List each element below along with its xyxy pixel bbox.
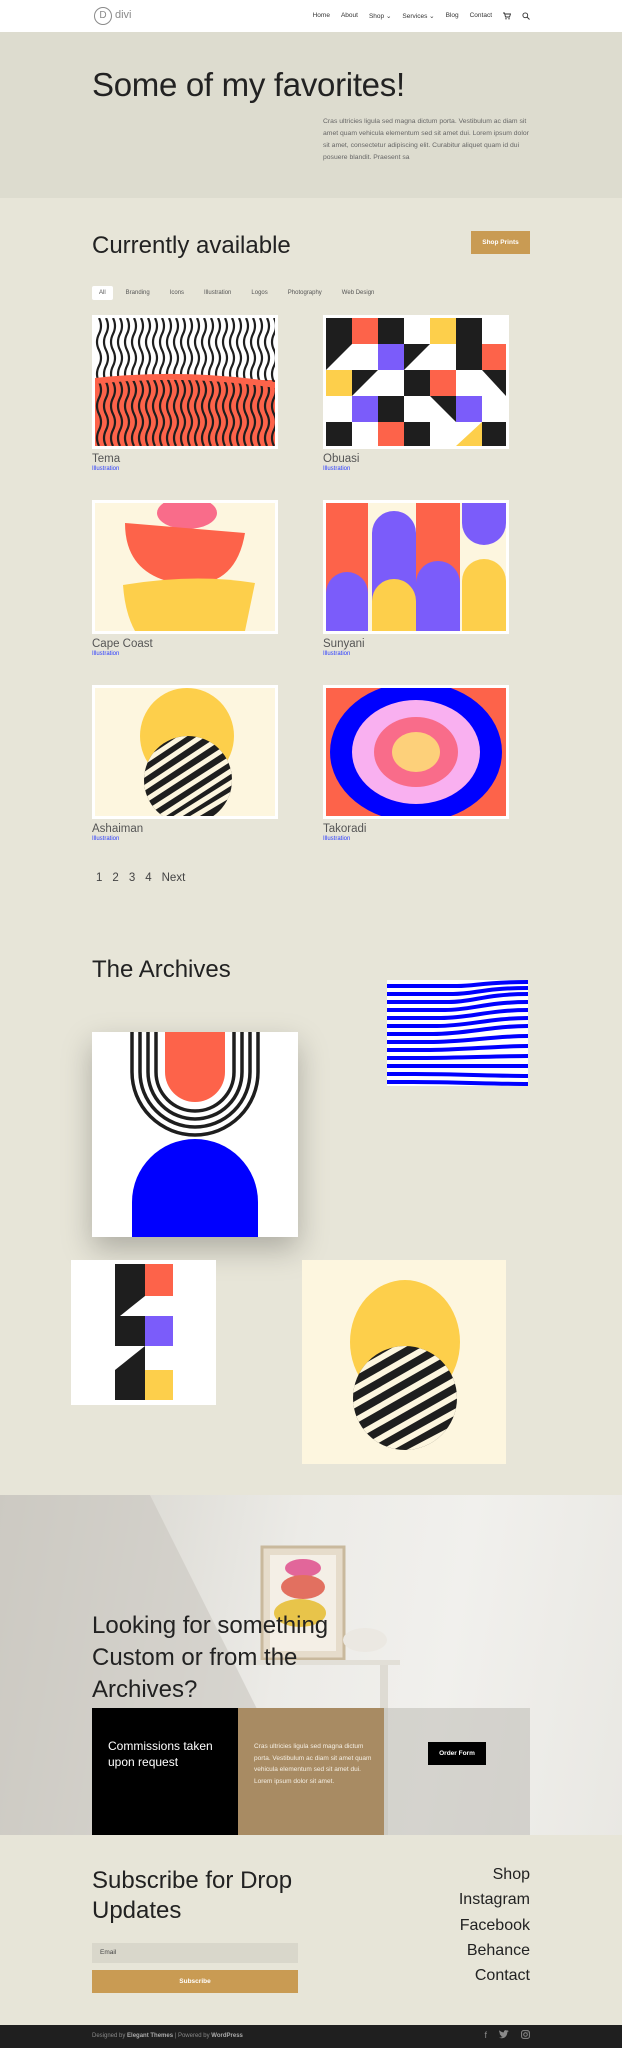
subscribe-button[interactable]: Subscribe [92,1970,298,1993]
shop-title: Currently available [92,232,291,259]
order-box [384,1708,530,1835]
portfolio-item[interactable]: Tema Illustration [92,315,278,472]
archive-blocks-artwork[interactable] [71,1260,216,1405]
main-nav: Home About Shop ⌄ Services ⌄ Blog Contac… [313,12,530,22]
artwork-sunyani[interactable] [323,500,509,634]
shop-prints-button[interactable]: Shop Prints [471,231,530,254]
footer-link-instagram[interactable]: Instagram [459,1887,530,1912]
footer-link-behance[interactable]: Behance [459,1938,530,1963]
footer-link-shop[interactable]: Shop [459,1862,530,1887]
footer-link-contact[interactable]: Contact [459,1963,530,1988]
commission-box-title: Commissions taken upon request [108,1739,213,1769]
portfolio-filters: All Branding Icons Illustration Logos Ph… [92,286,381,300]
commission-box: Commissions taken upon request [92,1708,238,1835]
portfolio-item[interactable]: Sunyani Illustration [323,500,509,657]
portfolio-item[interactable]: Takoradi Illustration [323,685,509,842]
page-3[interactable]: 3 [129,872,135,884]
portfolio-item[interactable]: Obuasi Illustration [323,315,509,472]
artwork-takoradi[interactable] [323,685,509,819]
filter-icons[interactable]: Icons [163,286,191,300]
search-icon[interactable] [522,12,530,22]
artwork-obuasi[interactable] [323,315,509,449]
archive-wave-artwork[interactable] [387,980,528,1086]
archive-circles-artwork[interactable] [302,1260,506,1464]
filter-branding[interactable]: Branding [119,286,157,300]
nav-home[interactable]: Home [313,12,330,22]
subscribe-title: Subscribe for Drop Updates [92,1867,293,1924]
item-name[interactable]: Ashaiman [92,823,278,835]
credit-prefix: Designed by [92,2033,128,2039]
social-links: f [484,2030,530,2041]
portfolio-item[interactable]: Ashaiman Illustration [92,685,278,842]
cart-icon[interactable] [503,12,512,22]
item-name[interactable]: Obuasi [323,453,509,465]
nav-services[interactable]: Services ⌄ [402,12,434,22]
hero-text: Cras ultricies ligula sed magna dictum p… [323,118,529,161]
filter-illustration[interactable]: Illustration [197,286,238,300]
logo-icon[interactable]: D [94,7,112,25]
facebook-icon[interactable]: f [484,2030,487,2041]
item-name[interactable]: Cape Coast [92,638,278,650]
instagram-icon[interactable] [521,2030,530,2041]
commission-title: Looking for something Custom or from the… [92,1612,329,1703]
nav-about[interactable]: About [341,12,358,22]
archive-arch-artwork[interactable] [92,1032,298,1237]
page-1[interactable]: 1 [96,872,102,884]
item-category[interactable]: Illustration [92,836,278,842]
footer-links: Shop Instagram Facebook Behance Contact [459,1862,530,1988]
nav-shop[interactable]: Shop ⌄ [369,12,391,22]
artwork-tema[interactable] [92,315,278,449]
credit-mid: | Powered by [173,2033,212,2039]
item-name[interactable]: Sunyani [323,638,509,650]
bottom-bar: Designed by Elegant Themes | Powered by … [0,2025,622,2048]
logo-letter: D [99,10,107,21]
pagination: 1 2 3 4 Next [96,872,185,884]
twitter-icon[interactable] [499,2030,509,2041]
credit-text: Designed by Elegant Themes | Powered by … [92,2033,243,2039]
artwork-cape-coast[interactable] [92,500,278,634]
nav-blog[interactable]: Blog [446,12,459,22]
credit-brand-link[interactable]: Elegant Themes [127,2033,173,2039]
archives-title: The Archives [92,956,231,983]
hero-title: Some of my favorites! [92,66,405,103]
filter-all[interactable]: All [92,286,113,300]
item-category[interactable]: Illustration [323,836,509,842]
logo-text[interactable]: divi [115,9,132,21]
portfolio-item[interactable]: Cape Coast Illustration [92,500,278,657]
site-header: D divi Home About Shop ⌄ Services ⌄ Blog… [0,0,622,32]
email-field[interactable]: Email [92,1943,298,1963]
artwork-ashaiman[interactable] [92,685,278,819]
filter-photography[interactable]: Photography [281,286,329,300]
commission-text-box: Cras ultricies ligula sed magna dictum p… [238,1708,384,1835]
item-category[interactable]: Illustration [323,651,509,657]
nav-contact[interactable]: Contact [470,12,492,22]
item-category[interactable]: Illustration [92,466,278,472]
page-next[interactable]: Next [162,872,186,884]
page-4[interactable]: 4 [145,872,151,884]
page-2[interactable]: 2 [112,872,118,884]
item-category[interactable]: Illustration [92,651,278,657]
item-category[interactable]: Illustration [323,466,509,472]
filter-logos[interactable]: Logos [244,286,274,300]
item-name[interactable]: Tema [92,453,278,465]
filter-web-design[interactable]: Web Design [335,286,382,300]
credit-wp-link[interactable]: WordPress [211,2033,243,2039]
item-name[interactable]: Takoradi [323,823,509,835]
footer-link-facebook[interactable]: Facebook [459,1913,530,1938]
commission-box-text: Cras ultricies ligula sed magna dictum p… [254,1743,372,1785]
hero-section [0,32,622,198]
order-form-button[interactable]: Order Form [428,1742,486,1765]
